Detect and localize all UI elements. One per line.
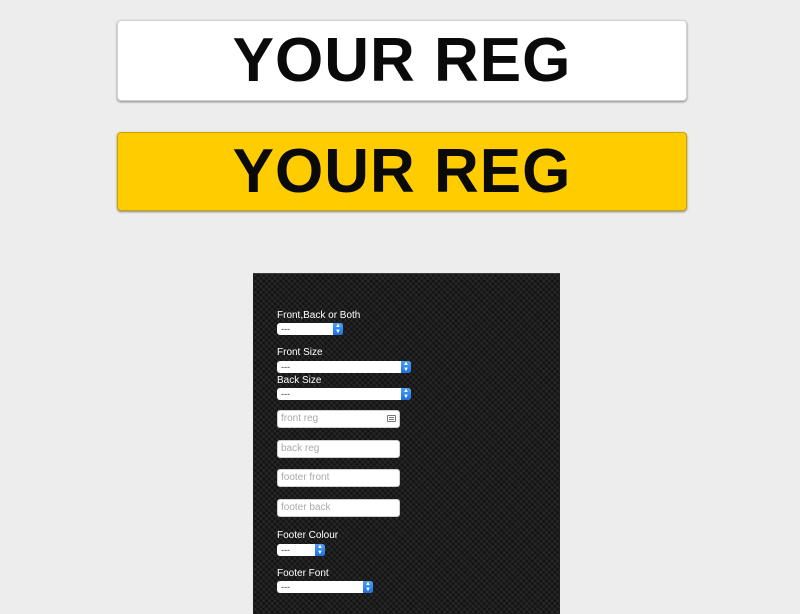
back-size-select-value: ---	[281, 389, 290, 399]
back-reg-placeholder: back reg	[281, 443, 320, 454]
footer-colour-select[interactable]: --- ▲ ▼	[277, 544, 325, 556]
footer-back-input[interactable]: footer back	[277, 499, 400, 517]
footer-back-placeholder: footer back	[281, 502, 331, 513]
footer-front-placeholder: footer front	[281, 472, 330, 483]
contact-card-icon[interactable]	[387, 415, 396, 422]
back-size-label: Back Size	[277, 375, 322, 386]
footer-colour-label: Footer Colour	[277, 530, 339, 541]
side-label: Front,Back or Both	[277, 310, 361, 321]
front-size-label: Front Size	[277, 347, 323, 358]
back-plate-preview: YOUR REG	[117, 132, 687, 211]
footer-font-select-value: ---	[281, 582, 290, 592]
front-size-select[interactable]: --- ▲ ▼	[277, 361, 411, 373]
back-reg-input[interactable]: back reg	[277, 440, 400, 458]
front-plate-preview: YOUR REG	[117, 20, 687, 101]
chevron-updown-icon: ▲ ▼	[333, 323, 343, 335]
chevron-updown-icon: ▲ ▼	[315, 544, 325, 556]
front-reg-input[interactable]: front reg	[277, 410, 400, 428]
footer-font-label: Footer Font	[277, 568, 329, 579]
chevron-updown-icon: ▲ ▼	[401, 388, 411, 400]
footer-front-input[interactable]: footer front	[277, 469, 400, 487]
chevron-updown-icon: ▲ ▼	[401, 361, 411, 373]
footer-font-select[interactable]: --- ▲ ▼	[277, 581, 373, 593]
chevron-updown-icon: ▲ ▼	[363, 581, 373, 593]
side-select[interactable]: --- ▲ ▼	[277, 323, 343, 335]
back-size-select[interactable]: --- ▲ ▼	[277, 388, 411, 400]
front-reg-placeholder: front reg	[281, 413, 319, 424]
side-select-value: ---	[281, 324, 290, 334]
footer-colour-select-value: ---	[281, 545, 290, 555]
plate-options-panel: Front,Back or Both --- ▲ ▼ Front Size ---…	[253, 273, 560, 614]
front-size-select-value: ---	[281, 362, 290, 372]
